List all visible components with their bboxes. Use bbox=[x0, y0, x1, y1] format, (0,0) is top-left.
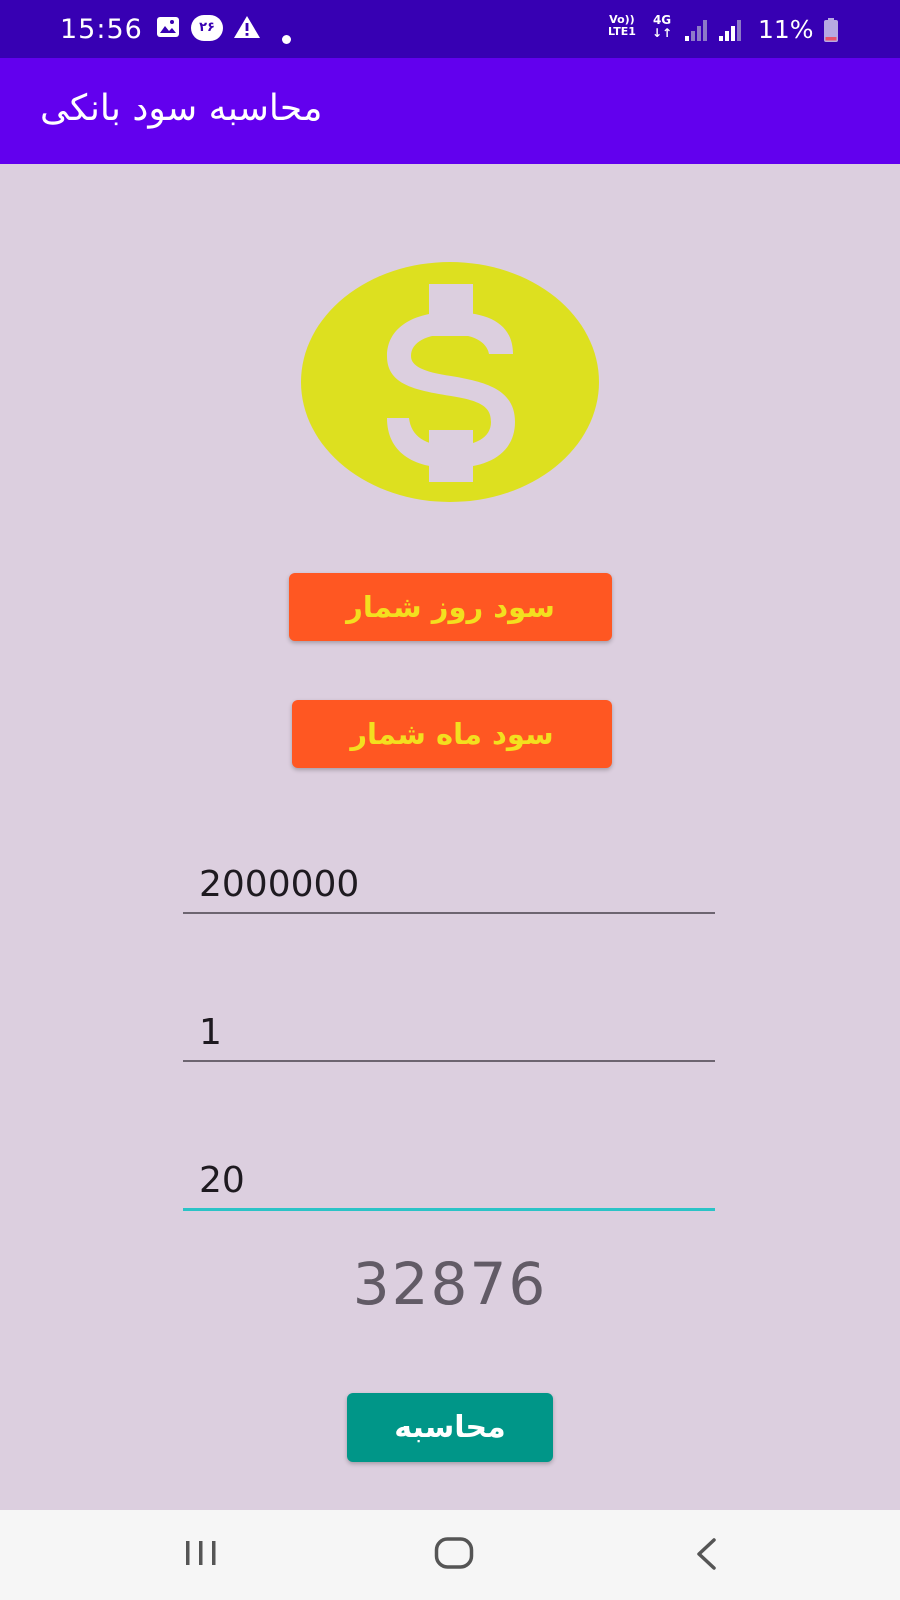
navigation-bar bbox=[0, 1510, 900, 1600]
gallery-icon bbox=[157, 17, 179, 37]
network-type-indicator: 4G ↓↑ bbox=[652, 13, 673, 40]
data-arrows-icon: ↓↑ bbox=[652, 26, 673, 40]
warning-icon bbox=[234, 16, 260, 38]
signal-strength-icon bbox=[685, 20, 707, 41]
duration-field bbox=[183, 1004, 715, 1062]
home-icon[interactable] bbox=[434, 1536, 474, 1570]
status-time: 15:56 bbox=[60, 14, 143, 45]
rate-field bbox=[183, 1152, 715, 1211]
status-bar: 15:56 ۲۶ Vo)) LTE1 4G ↓↑ 11% bbox=[0, 0, 900, 58]
notification-dot-icon bbox=[282, 35, 291, 44]
rate-input[interactable] bbox=[183, 1152, 715, 1208]
battery-icon bbox=[824, 18, 838, 42]
battery-level: 11% bbox=[758, 15, 814, 44]
volte-indicator: Vo)) LTE1 bbox=[608, 13, 636, 38]
duration-input[interactable] bbox=[183, 1004, 715, 1060]
monthly-interest-button[interactable]: سود ماه شمار bbox=[292, 700, 612, 768]
app-bar: محاسبه سود بانکی bbox=[0, 58, 900, 164]
amount-input[interactable] bbox=[183, 856, 715, 912]
back-icon[interactable] bbox=[694, 1537, 718, 1571]
recent-apps-icon[interactable] bbox=[184, 1537, 218, 1569]
amount-field bbox=[183, 856, 715, 914]
result-value: 32876 bbox=[352, 1250, 548, 1318]
app-title: محاسبه سود بانکی bbox=[40, 88, 323, 129]
signal-strength-icon-2 bbox=[719, 20, 741, 41]
dollar-coin-icon bbox=[301, 262, 599, 502]
calculate-button[interactable]: محاسبه bbox=[347, 1393, 553, 1462]
daily-interest-button[interactable]: سود روز شمار bbox=[289, 573, 612, 641]
notification-badge-icon: ۲۶ bbox=[191, 15, 223, 41]
